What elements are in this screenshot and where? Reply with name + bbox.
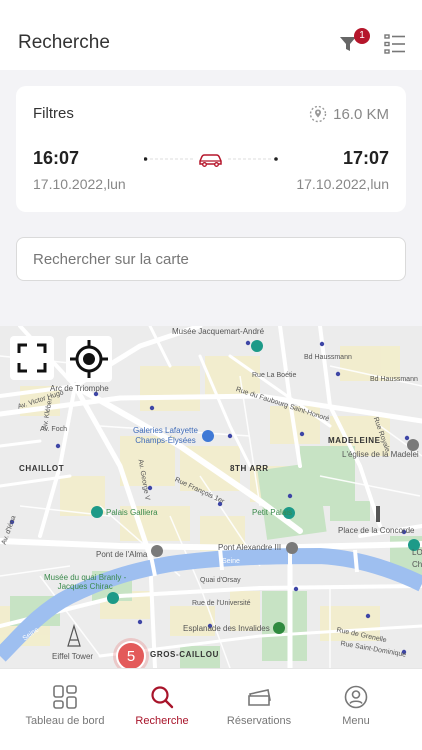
ticket-icon — [248, 689, 271, 706]
tab-label: Réservations — [226, 715, 292, 727]
tab-label: Recherche — [135, 715, 189, 727]
map-label: GROS-CAILLOU — [150, 650, 219, 659]
map-view[interactable]: Musée Jacquemart-André Arc de Triomphe B… — [0, 326, 422, 668]
locate-me-button[interactable] — [66, 336, 112, 382]
fullscreen-button[interactable] — [10, 336, 54, 380]
filter-card-title: Filtres — [33, 105, 74, 122]
vehicle-cluster-marker[interactable]: 5 — [116, 641, 146, 668]
top-bar: Recherche 1 — [0, 0, 422, 70]
search-icon — [151, 686, 174, 709]
start-time: 16:07 — [33, 148, 80, 168]
filter-count-badge: 1 — [354, 28, 370, 44]
map-label: Musée du quai Branly - Jacques Chirac — [44, 573, 127, 591]
map-label: 8TH ARR — [230, 464, 269, 473]
car-icon — [199, 154, 222, 167]
dashboard-icon — [53, 685, 77, 709]
map-label: Rue de l'Université — [192, 600, 251, 607]
start-date: 17.10.2022,lun — [33, 176, 126, 192]
fullscreen-icon — [17, 343, 47, 373]
map-search-input[interactable]: Rechercher sur la carte — [16, 237, 406, 281]
tab-menu[interactable]: Menu — [308, 669, 404, 750]
tab-label: Menu — [342, 715, 370, 727]
user-icon — [344, 685, 368, 709]
map-label: Pont Alexandre III — [218, 543, 282, 552]
list-view-button[interactable] — [384, 34, 406, 54]
distance-indicator: 16.0 KM — [309, 105, 389, 123]
map-label: LO — [412, 548, 422, 557]
tab-label: Tableau de bord — [25, 715, 105, 727]
map-label: Esplanade des Invalides — [183, 624, 270, 633]
map-label: Pont de l'Alma — [96, 550, 148, 559]
crosshair-icon — [70, 340, 108, 378]
map-search-placeholder: Rechercher sur la carte — [33, 251, 189, 268]
map-label: Seine — [222, 558, 240, 565]
map-label: Place de la Concorde — [338, 526, 415, 535]
filter-card[interactable]: Filtres 16.0 KM 16:07 17.10.2022,lun 17:… — [16, 86, 406, 212]
tab-search[interactable]: Recherche — [114, 669, 210, 750]
map-label: Quai d'Orsay — [200, 577, 241, 584]
map-label: L'église de la Madelei — [342, 450, 419, 459]
map-label: Rue La Boétie — [252, 372, 297, 379]
map-label: Ch — [412, 560, 422, 569]
route-divider — [144, 154, 278, 167]
map-label: Palais Galliera — [106, 508, 158, 517]
tab-reservations[interactable]: Réservations — [211, 669, 307, 750]
tab-dashboard[interactable]: Tableau de bord — [17, 669, 113, 750]
map-label: Bd Haussmann — [370, 376, 418, 383]
end-date: 17.10.2022,lun — [296, 176, 389, 192]
distance-value: 16.0 KM — [333, 105, 389, 123]
map-label: Eiffel Tower — [52, 652, 94, 661]
location-radius-icon — [309, 105, 327, 123]
page-title: Recherche — [18, 32, 110, 53]
map-label: CHAILLOT — [19, 464, 65, 473]
map-label: MADELEINE — [328, 436, 381, 445]
bottom-tab-bar: Tableau de bord Recherche Réservations M… — [0, 668, 422, 750]
list-icon — [384, 34, 405, 54]
map-label: Bd Haussmann — [304, 354, 352, 361]
map-label: Petit Palais — [252, 508, 293, 517]
end-time: 17:07 — [342, 148, 389, 168]
map-label: Galeries Lafayette Champs-Élysées — [133, 426, 198, 445]
map-label: Musée Jacquemart-André — [172, 327, 265, 336]
